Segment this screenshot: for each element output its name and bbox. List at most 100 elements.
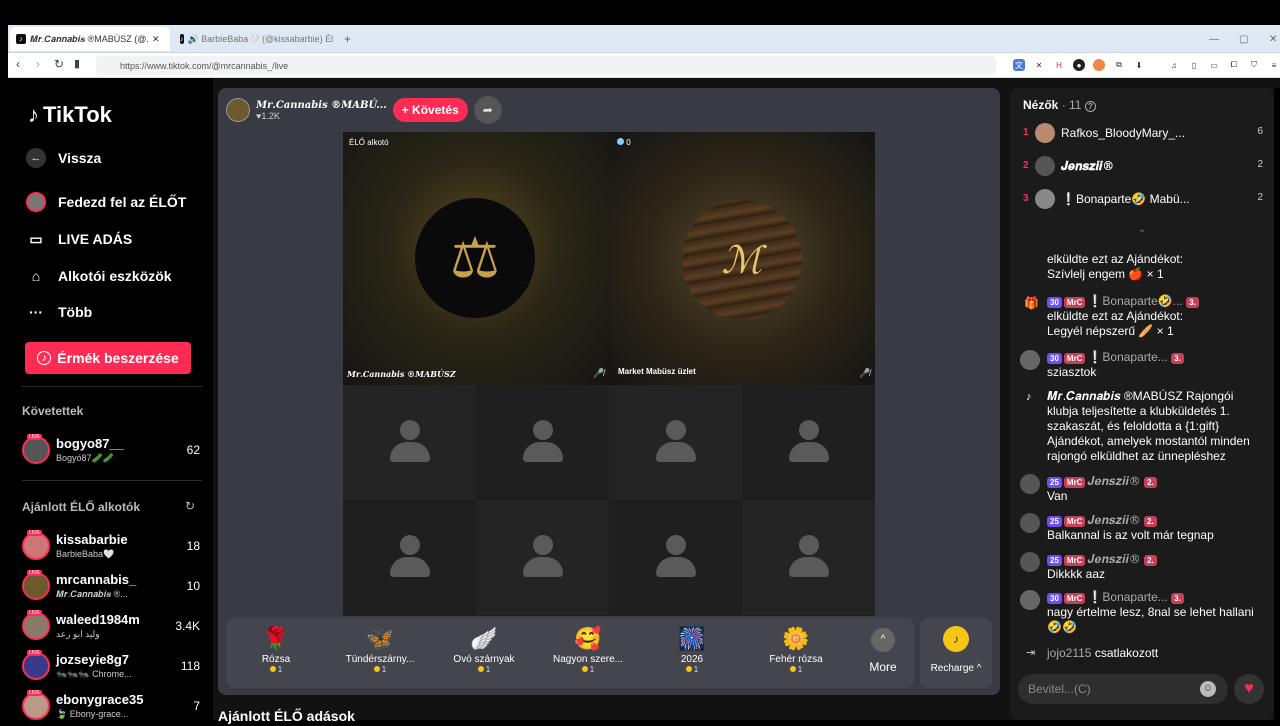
sidebar-toggle-icon[interactable]: ▯ <box>1188 59 1200 71</box>
viewer-row[interactable]: 2 𝑱𝒆𝒏𝒔𝒛𝒊𝒊® 2 <box>1023 156 1263 178</box>
recharge-button[interactable]: ♪ Recharge ^ <box>920 618 992 688</box>
close-tab-icon[interactable]: ✕ <box>152 34 160 45</box>
viewer-rank: 2 <box>1023 160 1029 171</box>
host-info[interactable]: 𝑴𝒓.𝑪𝒂𝒏𝒏𝒂𝒃𝒊𝒔 ®MABÚ... ♥1.2K <box>256 100 387 121</box>
avatar[interactable] <box>1020 350 1040 370</box>
chat-username[interactable]: ❕Bonaparte... <box>1087 350 1167 364</box>
github-extension-icon[interactable]: ● <box>1073 59 1085 71</box>
market-script-icon: ℳ <box>721 238 763 282</box>
avatar[interactable] <box>1020 552 1040 572</box>
like-heart-icon[interactable]: ♥ <box>1234 674 1264 704</box>
chat-panel: Nézők · 11 ? 1 Rafkos_BloodyMary_... 6 2… <box>1010 88 1274 720</box>
chat-input[interactable]: Bevitel...(C) <box>1018 674 1228 704</box>
chat-username[interactable]: 𝑱𝒆𝒏𝒔𝒛𝒊𝒊® <box>1087 474 1140 488</box>
x-extension-icon[interactable]: ✕ <box>1033 59 1045 71</box>
more-gifts-button[interactable]: ^ More <box>861 624 905 684</box>
share-icon[interactable]: ➦ <box>473 96 502 124</box>
sidebar-item-more[interactable]: ··· Több <box>26 302 92 322</box>
collapse-chevron-icon[interactable]: ⌄ <box>1138 224 1146 235</box>
recommended-account[interactable]: LIVE jozseyie8g7 🐜🐜🐜 Chrome... 118 <box>20 650 200 686</box>
empty-seat[interactable] <box>609 500 742 615</box>
account-nick: BarbieBaba🤍 <box>56 549 115 559</box>
bookmark-icon[interactable]: ▮ <box>74 57 80 70</box>
maximize-icon[interactable]: ▢ <box>1233 27 1254 51</box>
message-body: 30 MrC ❕Bonaparte... 3. nagy értelme lesz,… <box>1047 590 1265 635</box>
music-icon[interactable]: ♫ <box>1168 59 1180 71</box>
gift-price: 1 <box>330 665 430 674</box>
avatar <box>22 692 50 720</box>
host-video-tile[interactable]: ÉLŐ alkotó ⚖ 𝑴𝒓.𝑪𝒂𝒏𝒏𝒂𝒃𝒊𝒔 ®MABÚSZ 🎤̸ <box>343 132 609 385</box>
host-likes: ♥1.2K <box>256 110 280 121</box>
chat-username[interactable]: ❕Bonaparte... <box>1087 590 1167 604</box>
window-close-icon[interactable]: ✕ <box>1263 27 1280 51</box>
recommended-account[interactable]: LIVE ebonygrace35 🍃 Ebony-grace... 7 <box>20 690 200 726</box>
tabs-icon[interactable]: ⧠ <box>1228 59 1240 71</box>
wallet-icon[interactable]: ▭ <box>1208 59 1220 71</box>
chat-username[interactable]: ❕Bonaparte🤣... <box>1087 294 1182 308</box>
new-tab-button[interactable]: + <box>338 27 358 51</box>
empty-seat[interactable] <box>476 500 609 615</box>
empty-seat[interactable] <box>476 385 609 500</box>
recharge-label: Recharge ^ <box>930 663 982 674</box>
message-text: sziasztok <box>1047 365 1097 379</box>
guest-video-tile[interactable]: 0 ℳ Market Mabüsz üzlet 🎤̸ <box>609 132 875 385</box>
recommended-account[interactable]: LIVE waleed1984m وليد ابو رعد 3.4K <box>20 610 200 646</box>
menu-icon[interactable]: ≡ <box>1268 59 1280 71</box>
viewer-row[interactable]: 3 ❕Bonaparte🤣 Mabü... 2 <box>1023 189 1263 211</box>
gift-rose[interactable]: 🌹 Rózsa 1 <box>226 624 326 684</box>
get-coins-button[interactable]: ♪ Érmék beszerzése <box>25 342 191 374</box>
empty-seat[interactable] <box>742 385 875 500</box>
gift-protective-wings[interactable]: 🪽 Óvó szárnyak 1 <box>434 624 534 684</box>
tiktok-logo[interactable]: ♪ TikTok <box>28 102 112 128</box>
wings-icon: 🪽 <box>470 626 498 651</box>
minimize-icon[interactable]: — <box>1203 27 1225 51</box>
puzzle-extension-icon[interactable]: ⧉ <box>1113 59 1125 71</box>
tiktok-note-icon: ♪ <box>28 102 39 127</box>
help-icon[interactable]: ? <box>1084 101 1096 112</box>
follow-button[interactable]: + Követés <box>392 98 468 122</box>
recommended-account[interactable]: LIVE mrcannabis_ 𝑴𝒓.𝑪𝒂𝒏𝒏𝒂𝒃𝒊𝒔 ®... 10 <box>20 570 200 606</box>
avatar[interactable] <box>1020 513 1040 533</box>
shield-icon[interactable]: ⛉ <box>1248 59 1260 71</box>
chat-username[interactable]: 𝑱𝒆𝒏𝒔𝒛𝒊𝒊® <box>1087 552 1140 566</box>
page-scrollbar[interactable] <box>1274 88 1280 720</box>
chat-username[interactable]: 𝑱𝒆𝒏𝒔𝒛𝒊𝒊® <box>1087 513 1140 527</box>
empty-seat[interactable] <box>343 500 476 615</box>
recommended-account[interactable]: LIVE kissabarbie BarbieBaba🤍 18 <box>20 530 200 566</box>
gift-love-you[interactable]: 🥰 Nagyon szere... 1 <box>538 624 638 684</box>
avatar[interactable] <box>1020 474 1040 494</box>
translate-extension-icon[interactable]: 文 <box>1013 59 1025 71</box>
back-link[interactable]: ← Vissza <box>26 148 101 168</box>
tab-tiktok-kissabarbie[interactable]: ♪ 🔊 BarbieBaba🤍 (@kissabarbie) Él... <box>174 27 334 51</box>
back-arrow-icon[interactable]: ‹ <box>16 57 20 71</box>
gift-fairy-wings[interactable]: 🦋 Tündérszárny... 1 <box>330 624 430 684</box>
viewer-row[interactable]: 1 Rafkos_BloodyMary_... 6 <box>1023 123 1263 145</box>
host-avatar[interactable] <box>226 98 250 122</box>
avatar <box>1035 189 1055 209</box>
tab-tiktok-mrcannabis[interactable]: ♪ 𝑴𝒓.𝑪𝒂𝒏𝒏𝒂𝒃𝒊𝒔 ®MABÚSZ (@... ✕ <box>10 27 170 51</box>
empty-seat[interactable] <box>742 500 875 615</box>
url-input[interactable]: https://www.tiktok.com/@mrcannabis_/live <box>96 56 996 75</box>
gift-2026[interactable]: 🎆 2026 1 <box>642 624 742 684</box>
empty-seat[interactable] <box>609 385 742 500</box>
sidebar-item-live[interactable]: ▭ LIVE ADÁS <box>26 229 132 249</box>
empty-seat[interactable] <box>343 385 476 500</box>
coin-icon: ♪ <box>37 351 52 365</box>
emoji-icon[interactable]: ☺ <box>1200 681 1216 697</box>
followed-account[interactable]: LIVE bogyo87__ Bogyó87🥒🥒 62 <box>20 434 200 470</box>
avatar[interactable] <box>1020 590 1040 610</box>
download-extension-icon[interactable]: ⬇ <box>1133 59 1145 71</box>
gift-white-rose[interactable]: 🌼 Fehér rózsa 1 <box>746 624 846 684</box>
chat-username[interactable]: jojo2115 <box>1047 646 1091 660</box>
color-extension-icon[interactable] <box>1093 59 1105 71</box>
refresh-icon[interactable]: ↻ <box>185 499 195 513</box>
sidebar-item-creator-tools[interactable]: ⌂ Alkotói eszközök <box>26 266 172 286</box>
forward-arrow-icon[interactable]: › <box>36 57 40 71</box>
subscriber-badge: 2. <box>1144 516 1157 527</box>
reload-icon[interactable]: ↻ <box>54 57 64 71</box>
fan-badge: MrC <box>1063 353 1086 364</box>
account-name: mrcannabis_ <box>56 572 137 587</box>
sidebar-item-explore[interactable]: Fedezd fel az ÉLŐT <box>26 192 186 212</box>
hls-extension-icon[interactable]: H <box>1053 59 1065 71</box>
sidebar-item-label: LIVE ADÁS <box>58 231 133 247</box>
